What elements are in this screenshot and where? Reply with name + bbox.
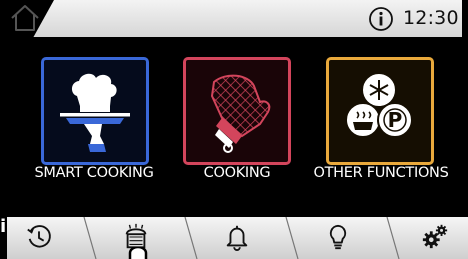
nav-divider <box>386 217 400 259</box>
oven-mitt-icon <box>210 74 271 153</box>
nav-timer[interactable] <box>21 217 71 259</box>
svg-text:P: P <box>388 108 403 132</box>
lightbulb-icon <box>329 224 347 250</box>
info-icon[interactable] <box>368 6 394 32</box>
nav-settings[interactable] <box>412 217 462 259</box>
other-functions-tile[interactable]: P <box>326 57 434 165</box>
defrost-steam-pyrolysis-icon: P <box>345 72 413 138</box>
timer-clock-icon <box>27 225 51 248</box>
gears-icon <box>422 224 448 249</box>
nav-divider <box>184 217 198 259</box>
cooking-label: COOKING <box>203 165 271 181</box>
status-bar: 12:30 <box>0 0 462 37</box>
other-functions-label: OTHER FUNCTIONS <box>313 165 449 181</box>
bottom-nav-bar <box>7 217 468 259</box>
nav-divider <box>285 217 299 259</box>
nav-alarm[interactable] <box>211 217 261 259</box>
smart-cooking-tile[interactable] <box>41 57 149 165</box>
nav-light[interactable] <box>312 217 362 259</box>
smart-cooking-label: SMART COOKING <box>34 165 154 181</box>
screen-edge <box>462 0 468 37</box>
clock: 12:30 <box>403 7 459 29</box>
chef-hat-serving-tray-icon <box>60 73 130 152</box>
cooking-tile[interactable] <box>183 57 291 165</box>
nav-divider <box>83 217 97 259</box>
active-item-indicator <box>128 247 148 259</box>
bell-icon <box>226 225 248 251</box>
home-icon[interactable] <box>9 3 41 33</box>
